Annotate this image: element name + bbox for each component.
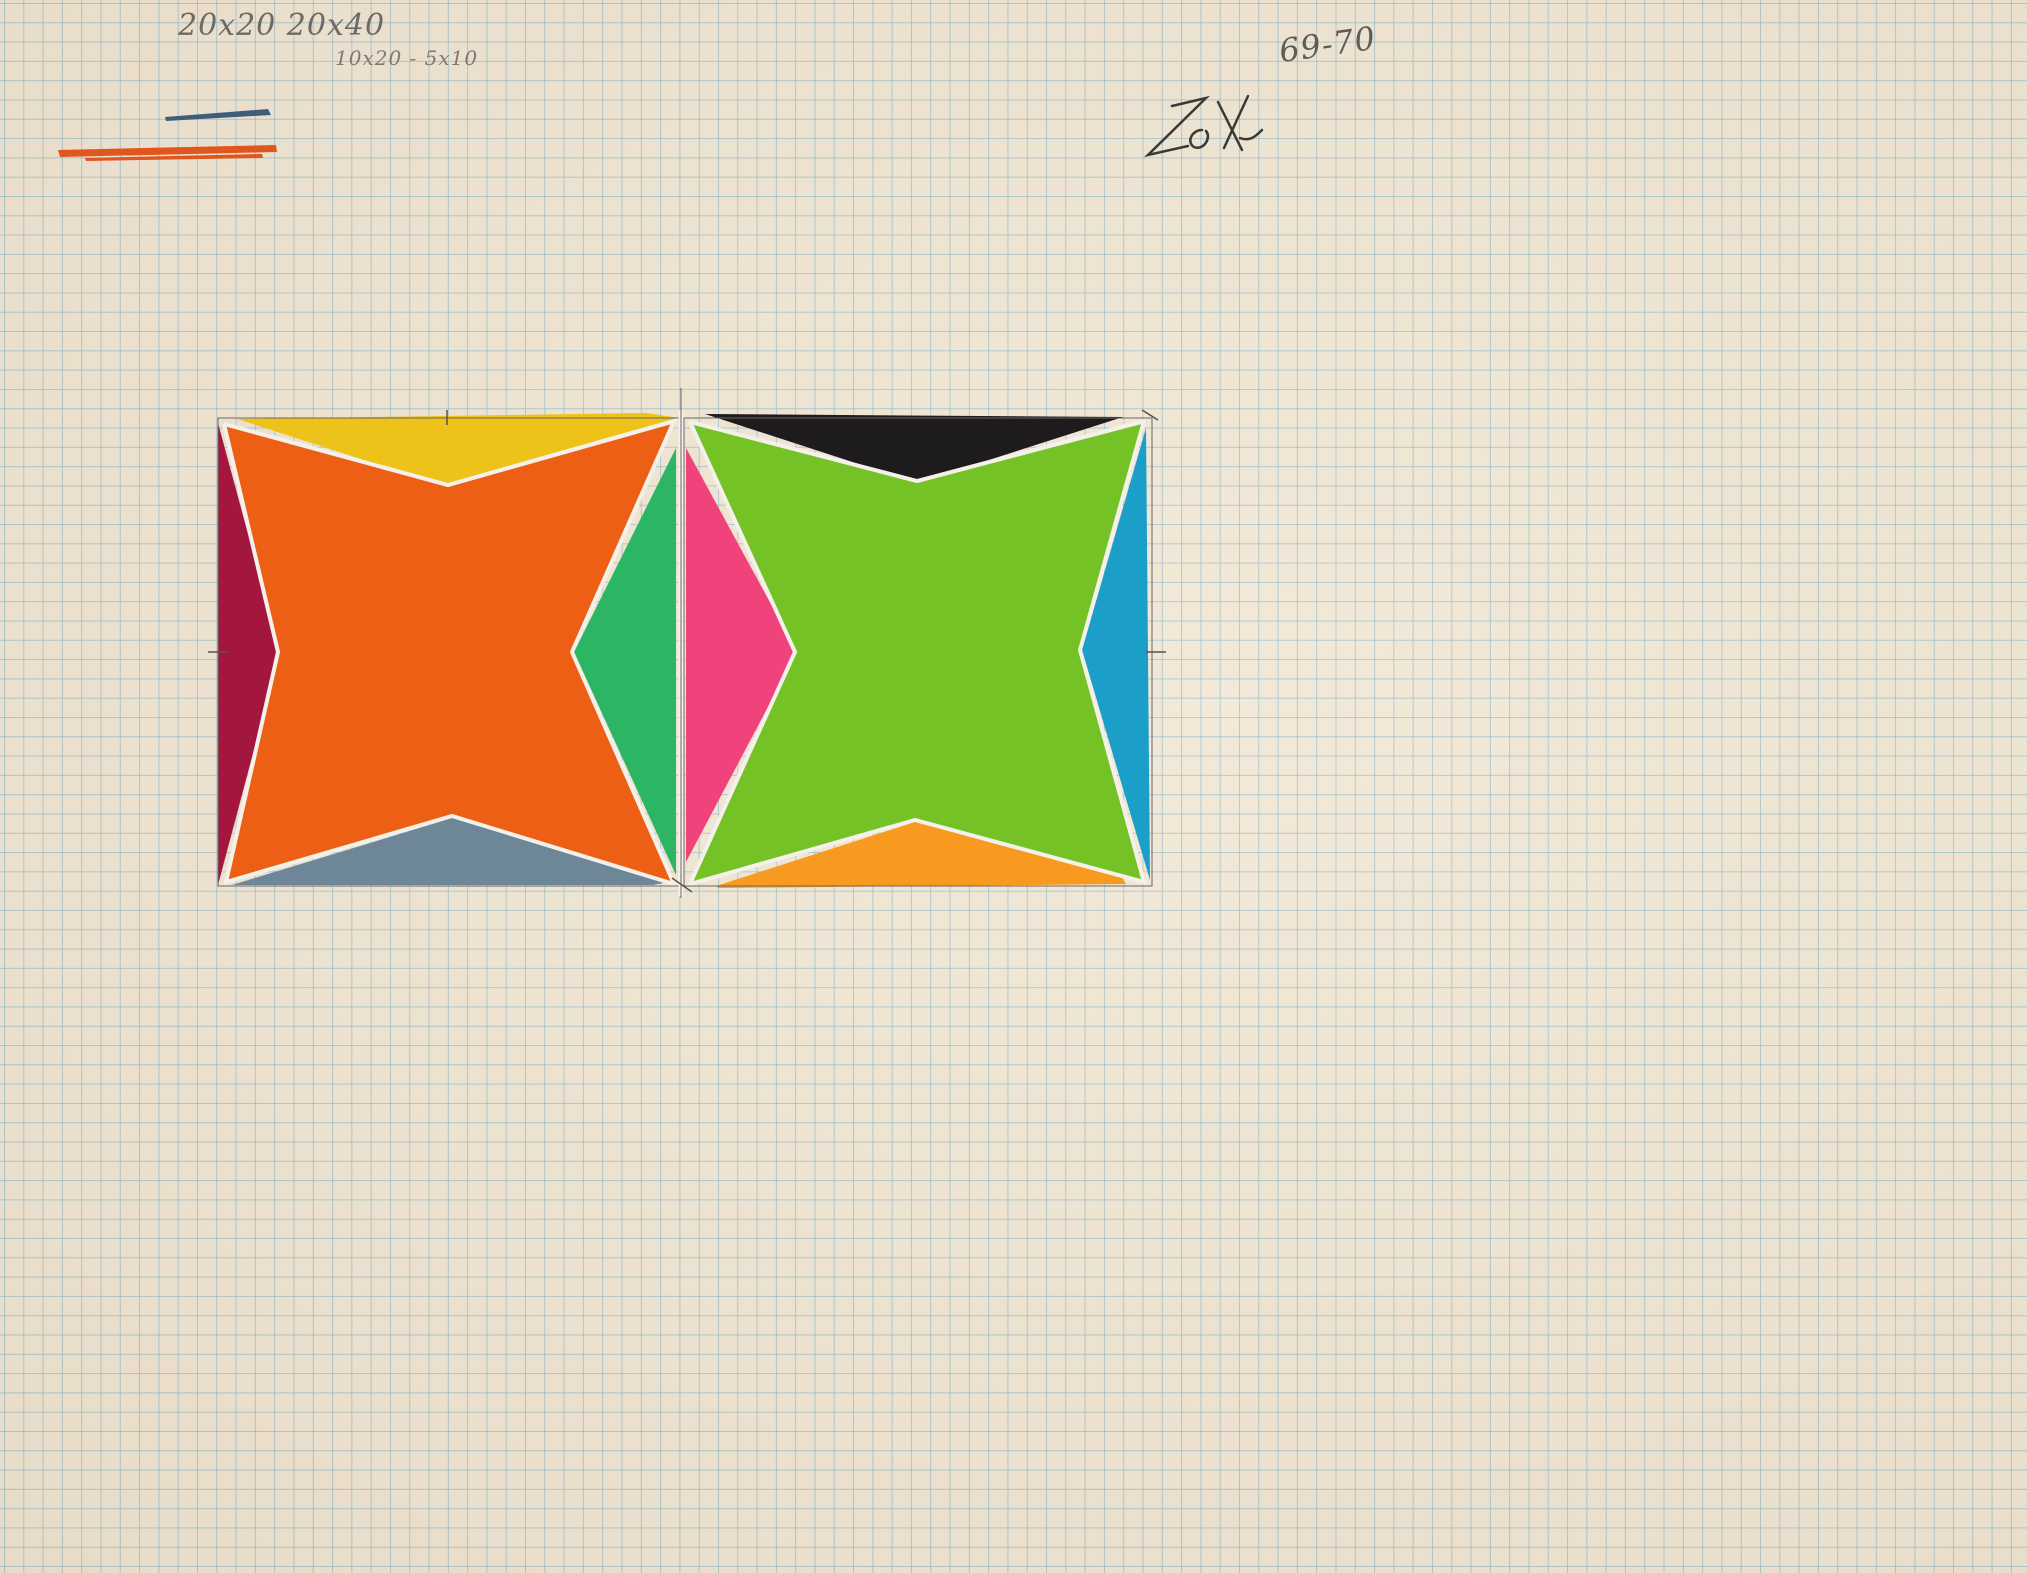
artist-signature [1143, 94, 1264, 158]
drawing-canvas [58, 94, 1264, 898]
left-panel [217, 413, 681, 888]
blue-pencil-swatch [165, 109, 271, 121]
right-panel [678, 388, 1153, 898]
